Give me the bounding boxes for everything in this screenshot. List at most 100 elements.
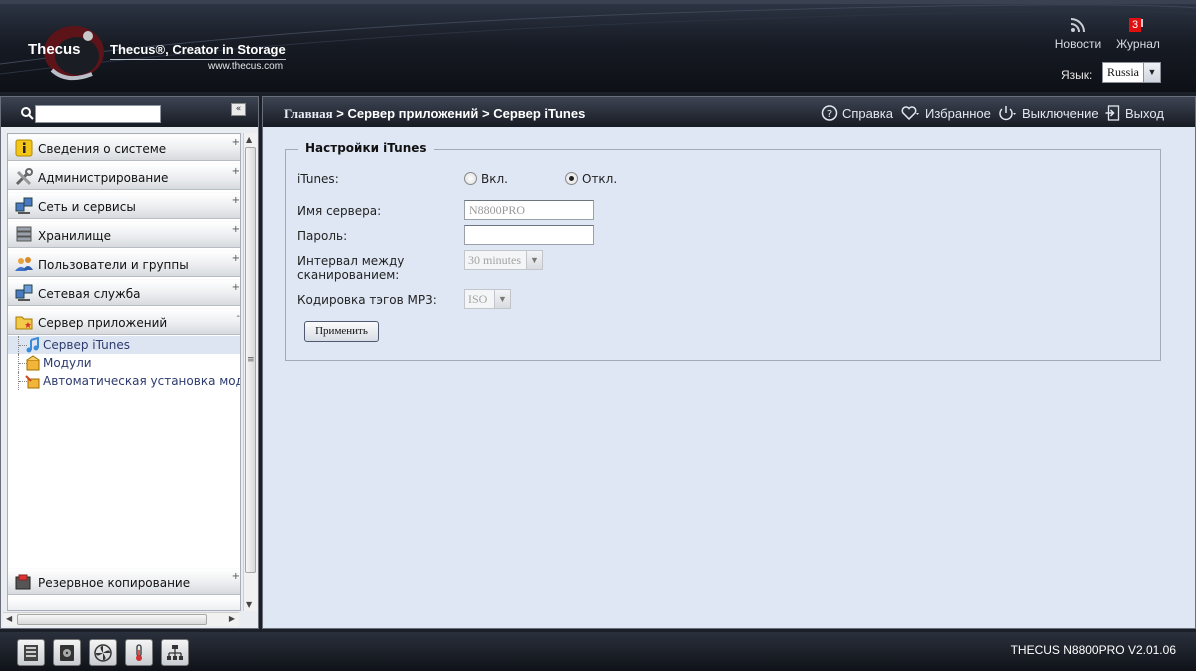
sidebar-item-modules[interactable]: Модули bbox=[8, 354, 240, 372]
brand-site-url: www.thecus.com bbox=[208, 61, 284, 72]
sidebar-item-partial[interactable] bbox=[8, 596, 240, 610]
sidebar-item-administration[interactable]: Администрирование + bbox=[8, 163, 240, 190]
network-status-button[interactable] bbox=[161, 639, 189, 666]
fan-status-button[interactable] bbox=[89, 639, 117, 666]
svg-text:?: ? bbox=[827, 109, 832, 120]
news-link[interactable]: Новости bbox=[1050, 16, 1106, 51]
sidebar-menu: Сведения о системе + Администрирование +… bbox=[7, 133, 241, 611]
scan-interval-select[interactable]: 30 minutes ▼ bbox=[464, 250, 543, 270]
expand-icon[interactable]: + bbox=[232, 166, 240, 177]
scan-interval-label-line2: сканированием: bbox=[297, 268, 400, 282]
scroll-down-icon[interactable]: ▼ bbox=[246, 600, 252, 609]
breadcrumb-home[interactable]: Главная bbox=[284, 106, 333, 121]
power-button[interactable]: Выключение bbox=[996, 105, 1099, 121]
chevron-down-icon[interactable]: ▼ bbox=[494, 290, 510, 308]
fan-icon bbox=[94, 644, 112, 662]
sidebar-item-backup[interactable]: Резервное копирование + bbox=[8, 568, 240, 595]
breadcrumb-current: Сервер iTunes bbox=[493, 106, 586, 121]
power-label: Выключение bbox=[1022, 106, 1099, 121]
password-input[interactable] bbox=[464, 225, 594, 245]
scroll-left-icon[interactable]: ◀ bbox=[6, 614, 12, 623]
modules-icon bbox=[26, 355, 40, 371]
logo-wordmark: Thecus bbox=[28, 41, 81, 58]
journal-count-badge: 3 bbox=[1129, 18, 1142, 32]
users-icon bbox=[15, 257, 33, 271]
scroll-up-icon[interactable]: ▲ bbox=[246, 135, 252, 144]
language-label: Язык: bbox=[1061, 68, 1093, 82]
collapse-icon[interactable]: - bbox=[236, 311, 240, 322]
sidebar-item-storage[interactable]: Хранилище + bbox=[8, 221, 240, 248]
status-bar: THECUS N8800PRO V2.01.06 bbox=[0, 632, 1196, 671]
sidebar-item-label: Администрирование bbox=[38, 171, 169, 185]
server-name-label: Имя сервера: bbox=[297, 204, 382, 218]
favorites-button[interactable]: Избранное bbox=[899, 105, 991, 121]
expand-icon[interactable]: + bbox=[232, 282, 240, 293]
expand-icon[interactable]: + bbox=[232, 571, 240, 582]
chevron-down-icon[interactable]: ▼ bbox=[526, 251, 542, 269]
sidebar-item-label: Сервер iTunes bbox=[43, 338, 130, 352]
sidebar-item-label: Автоматическая установка модуле bbox=[43, 374, 240, 388]
language-select[interactable]: Russia ▼ bbox=[1102, 62, 1161, 83]
chevron-down-icon[interactable]: ▼ bbox=[1143, 63, 1160, 82]
heart-icon bbox=[901, 106, 919, 121]
search-input[interactable] bbox=[35, 105, 161, 123]
network-service-icon bbox=[15, 284, 33, 301]
logout-label: Выход bbox=[1125, 106, 1164, 121]
itunes-on-radio[interactable] bbox=[464, 172, 477, 185]
logout-button[interactable]: Выход bbox=[1104, 105, 1164, 121]
auto-install-icon bbox=[25, 375, 40, 389]
content-area: Настройки iTunes iTunes: Вкл. Откл. Имя … bbox=[265, 129, 1193, 628]
info-icon bbox=[15, 139, 33, 157]
thermometer-icon bbox=[136, 644, 142, 661]
main-panel: Главная > Сервер приложений > Сервер iTu… bbox=[262, 96, 1196, 629]
sidebar-item-label: Резервное копирование bbox=[38, 576, 191, 590]
expand-icon[interactable]: + bbox=[232, 224, 240, 235]
sidebar-item-network-services[interactable]: Сеть и сервисы + bbox=[8, 192, 240, 219]
scrollbar-thumb[interactable] bbox=[17, 614, 207, 625]
expand-icon[interactable]: + bbox=[232, 253, 240, 264]
temperature-status-button[interactable] bbox=[125, 639, 153, 666]
itunes-off-label[interactable]: Откл. bbox=[582, 172, 617, 186]
favorites-label: Избранное bbox=[925, 106, 991, 121]
itunes-on-label[interactable]: Вкл. bbox=[481, 172, 508, 186]
disk-status-button[interactable] bbox=[53, 639, 81, 666]
scroll-right-icon[interactable]: ▶ bbox=[229, 614, 235, 623]
scan-interval-label: Интервал между сканированием: bbox=[297, 254, 404, 282]
news-label: Новости bbox=[1054, 37, 1102, 51]
sidebar-item-network-service[interactable]: Сетевая служба + bbox=[8, 279, 240, 306]
sidebar-item-itunes-server[interactable]: Сервер iTunes bbox=[8, 336, 240, 354]
sidebar-item-label: Сведения о системе bbox=[38, 142, 167, 156]
help-label: Справка bbox=[842, 106, 893, 121]
sidebar: « Сведения о системе + Администрирование… bbox=[0, 96, 259, 629]
expand-icon[interactable]: + bbox=[232, 195, 240, 206]
help-icon: ? bbox=[821, 105, 838, 121]
sidebar-item-label: Хранилище bbox=[38, 229, 111, 243]
password-label: Пароль: bbox=[297, 229, 348, 243]
itunes-off-radio[interactable] bbox=[565, 172, 578, 185]
apply-button[interactable]: Применить bbox=[304, 321, 379, 342]
mp3-encoding-select[interactable]: ISO ▼ bbox=[464, 289, 511, 309]
breadcrumb-app-server[interactable]: Сервер приложений bbox=[347, 106, 478, 121]
mp3-encoding-label: Кодировка тэгов MP3: bbox=[297, 293, 437, 307]
expand-icon[interactable]: + bbox=[232, 137, 240, 148]
sidebar-item-auto-install[interactable]: Автоматическая установка модуле bbox=[8, 372, 240, 390]
fieldset-legend: Настройки iTunes bbox=[298, 141, 434, 155]
sidebar-item-app-server[interactable]: Сервер приложений - bbox=[8, 308, 240, 335]
mp3-encoding-value: ISO bbox=[468, 292, 488, 306]
disk-icon bbox=[60, 645, 74, 661]
sidebar-item-users-groups[interactable]: Пользователи и группы + bbox=[8, 250, 240, 277]
server-name-input[interactable]: N8800PRO bbox=[464, 200, 594, 220]
system-status-button[interactable] bbox=[17, 639, 45, 666]
app-server-icon bbox=[15, 316, 33, 330]
breadcrumb: Главная > Сервер приложений > Сервер iTu… bbox=[284, 106, 585, 122]
sidebar-horizontal-scrollbar[interactable]: ◀ ▶ bbox=[3, 612, 239, 626]
breadcrumb-separator: > bbox=[332, 106, 348, 121]
itunes-settings-fieldset: Настройки iTunes iTunes: Вкл. Откл. Имя … bbox=[285, 141, 1161, 361]
collapse-sidebar-button[interactable]: « bbox=[231, 103, 246, 116]
sidebar-vertical-scrollbar[interactable]: ▲ ≡ ▼ bbox=[243, 133, 257, 611]
sidebar-item-system-info[interactable]: Сведения о системе + bbox=[8, 134, 240, 161]
language-value: Russia bbox=[1107, 65, 1140, 79]
sidebar-item-label: Сеть и сервисы bbox=[38, 200, 136, 214]
breadcrumb-separator: > bbox=[478, 106, 494, 121]
help-button[interactable]: ? Справка bbox=[821, 105, 893, 121]
